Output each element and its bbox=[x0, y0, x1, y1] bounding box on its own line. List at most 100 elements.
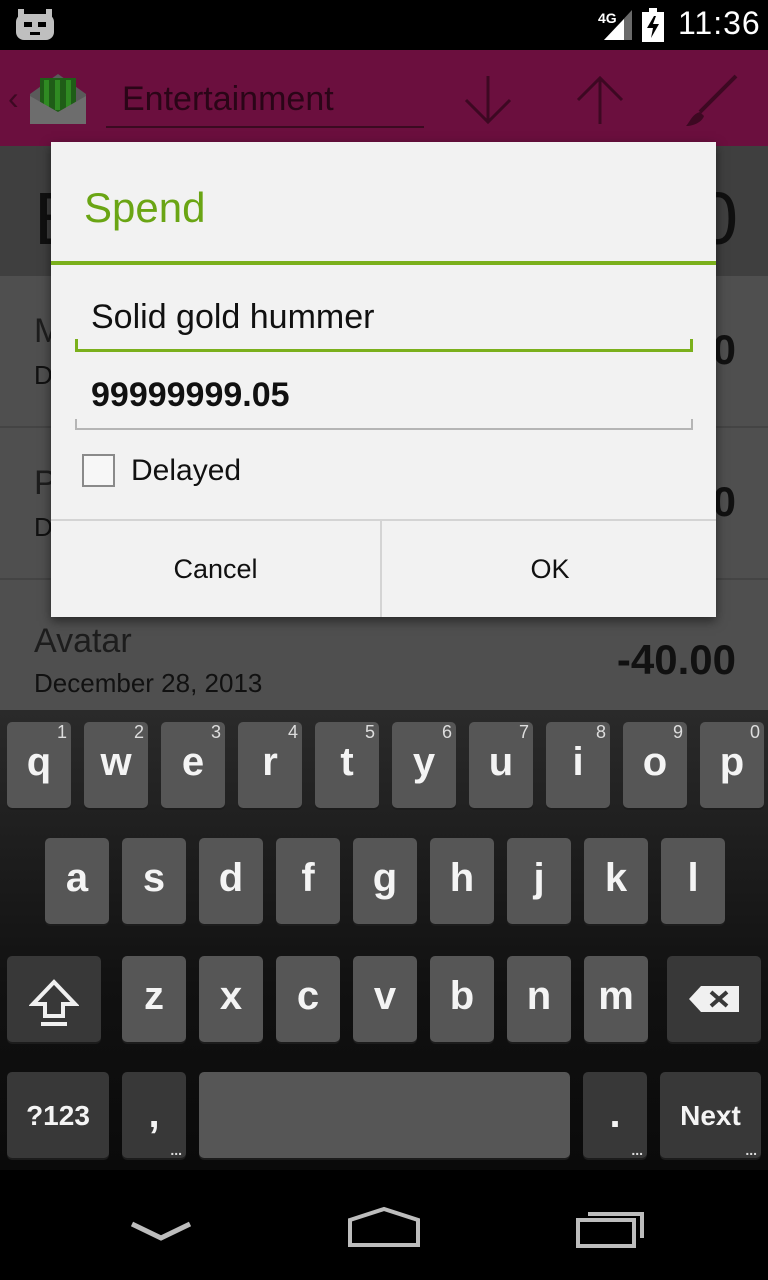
key-v-label: v bbox=[373, 974, 397, 1018]
list-item-amount: -40.00 bbox=[616, 636, 736, 683]
arrow-down-icon[interactable] bbox=[458, 70, 518, 130]
shift-icon bbox=[29, 979, 79, 1026]
amount-field-value: 99999999.05 bbox=[91, 376, 290, 414]
space-bar[interactable] bbox=[199, 1072, 570, 1158]
key-f-label: f bbox=[301, 856, 315, 900]
key-z[interactable]: z bbox=[122, 956, 186, 1042]
description-field-value: Solid gold hummer bbox=[91, 298, 375, 336]
key-s[interactable]: s bbox=[122, 838, 186, 924]
key-s-label: s bbox=[142, 856, 166, 900]
key-i[interactable]: i8 bbox=[546, 722, 610, 808]
ok-button[interactable]: OK bbox=[384, 521, 716, 617]
amount-field[interactable]: 99999999.05 bbox=[75, 370, 693, 430]
envelope-money-icon[interactable] bbox=[26, 66, 90, 130]
key-p-label: p bbox=[719, 740, 745, 784]
key-d-label: d bbox=[218, 856, 244, 900]
list-item-amount: 0 bbox=[712, 478, 736, 525]
status-bar: 4G 11:36 bbox=[0, 0, 768, 50]
key-e[interactable]: e3 bbox=[161, 722, 225, 808]
backspace-icon bbox=[689, 986, 739, 1012]
key-period[interactable]: .... bbox=[583, 1072, 647, 1158]
shift-key[interactable] bbox=[7, 956, 101, 1042]
list-item-date: D bbox=[34, 512, 53, 542]
key-u[interactable]: u7 bbox=[469, 722, 533, 808]
key-o-hint: 9 bbox=[672, 722, 683, 742]
key-q[interactable]: q1 bbox=[7, 722, 71, 808]
key-x-label: x bbox=[219, 974, 243, 1018]
key-v[interactable]: v bbox=[353, 956, 417, 1042]
key-o[interactable]: o9 bbox=[623, 722, 687, 808]
key-j[interactable]: j bbox=[507, 838, 571, 924]
list-item-amount: 0 bbox=[712, 326, 736, 373]
key-y[interactable]: y6 bbox=[392, 722, 456, 808]
category-spinner-label: Entertainment bbox=[122, 80, 334, 118]
soft-keyboard: q 1 w 2 e 3 r 4 t 5 y 6 u 7 i 8 o 9 p 0 a s d f g h j k l z x c v b n m ?123… bbox=[0, 710, 768, 1170]
arrow-up-icon[interactable] bbox=[570, 70, 630, 130]
key-f[interactable]: f bbox=[276, 838, 340, 924]
key-z-label: z bbox=[144, 974, 164, 1018]
next-key[interactable]: Next... bbox=[660, 1072, 761, 1158]
signal-icon bbox=[604, 10, 632, 40]
key-comma[interactable]: ,... bbox=[122, 1072, 186, 1158]
key-g[interactable]: g bbox=[353, 838, 417, 924]
key-e-hint: 3 bbox=[210, 722, 221, 742]
category-spinner[interactable]: Entertainment bbox=[106, 70, 424, 128]
key-k[interactable]: k bbox=[584, 838, 648, 924]
key-a[interactable]: a bbox=[45, 838, 109, 924]
key-u-label: u bbox=[488, 740, 514, 784]
delete-key[interactable] bbox=[667, 956, 761, 1042]
key-w[interactable]: w2 bbox=[84, 722, 148, 808]
key-period-more-indicator: ... bbox=[631, 1142, 643, 1158]
cancel-button[interactable]: Cancel bbox=[51, 521, 382, 617]
key-t-hint: 5 bbox=[364, 722, 375, 742]
next-key-more-indicator: ... bbox=[745, 1142, 757, 1158]
dialog-button-bar: Cancel OK bbox=[51, 519, 716, 617]
key-l[interactable]: l bbox=[661, 838, 725, 924]
chevron-left-icon[interactable]: ‹ bbox=[8, 80, 19, 117]
key-t-label: t bbox=[340, 740, 354, 784]
key-c-label: c bbox=[296, 974, 320, 1018]
action-bar: ‹ Entertainment bbox=[0, 50, 768, 146]
symbols-key-label: ?123 bbox=[26, 1100, 90, 1131]
delayed-checkbox[interactable] bbox=[82, 454, 115, 487]
key-r[interactable]: r4 bbox=[238, 722, 302, 808]
key-comma-more-indicator: ... bbox=[170, 1142, 182, 1158]
key-k-label: k bbox=[604, 856, 628, 900]
key-o-label: o bbox=[642, 740, 668, 784]
back-chevron-icon[interactable] bbox=[128, 1218, 194, 1244]
description-field[interactable]: Solid gold hummer bbox=[75, 292, 693, 352]
list-item-date: D bbox=[34, 360, 53, 390]
key-p[interactable]: p0 bbox=[700, 722, 764, 808]
spend-dialog: Spend Solid gold hummer 99999999.05 Dela… bbox=[51, 142, 716, 617]
recents-icon[interactable] bbox=[574, 1206, 646, 1250]
key-m[interactable]: m bbox=[584, 956, 648, 1042]
key-h[interactable]: h bbox=[430, 838, 494, 924]
key-y-hint: 6 bbox=[441, 722, 452, 742]
key-x[interactable]: x bbox=[199, 956, 263, 1042]
key-b[interactable]: b bbox=[430, 956, 494, 1042]
key-p-hint: 0 bbox=[749, 722, 760, 742]
key-m-label: m bbox=[598, 974, 634, 1018]
list-item-title: Avatar bbox=[34, 622, 132, 660]
symbols-key[interactable]: ?123 bbox=[7, 1072, 109, 1158]
key-d[interactable]: d bbox=[199, 838, 263, 924]
key-i-hint: 8 bbox=[595, 722, 606, 742]
list-item-date: December 28, 2013 bbox=[34, 668, 263, 698]
delayed-checkbox-label[interactable]: Delayed bbox=[131, 454, 241, 488]
dialog-title: Spend bbox=[84, 184, 206, 231]
home-icon[interactable] bbox=[346, 1206, 422, 1248]
key-g-label: g bbox=[372, 856, 398, 900]
key-n[interactable]: n bbox=[507, 956, 571, 1042]
key-t[interactable]: t5 bbox=[315, 722, 379, 808]
brush-icon[interactable] bbox=[682, 70, 742, 130]
key-u-hint: 7 bbox=[518, 722, 529, 742]
dialog-title-divider bbox=[51, 261, 716, 265]
key-q-label: q bbox=[26, 740, 52, 784]
key-a-label: a bbox=[65, 856, 89, 900]
key-r-hint: 4 bbox=[287, 722, 298, 742]
key-w-label: w bbox=[100, 740, 132, 784]
key-e-label: e bbox=[181, 740, 205, 784]
key-c[interactable]: c bbox=[276, 956, 340, 1042]
navigation-bar bbox=[0, 1170, 768, 1280]
key-r-label: r bbox=[262, 740, 278, 784]
